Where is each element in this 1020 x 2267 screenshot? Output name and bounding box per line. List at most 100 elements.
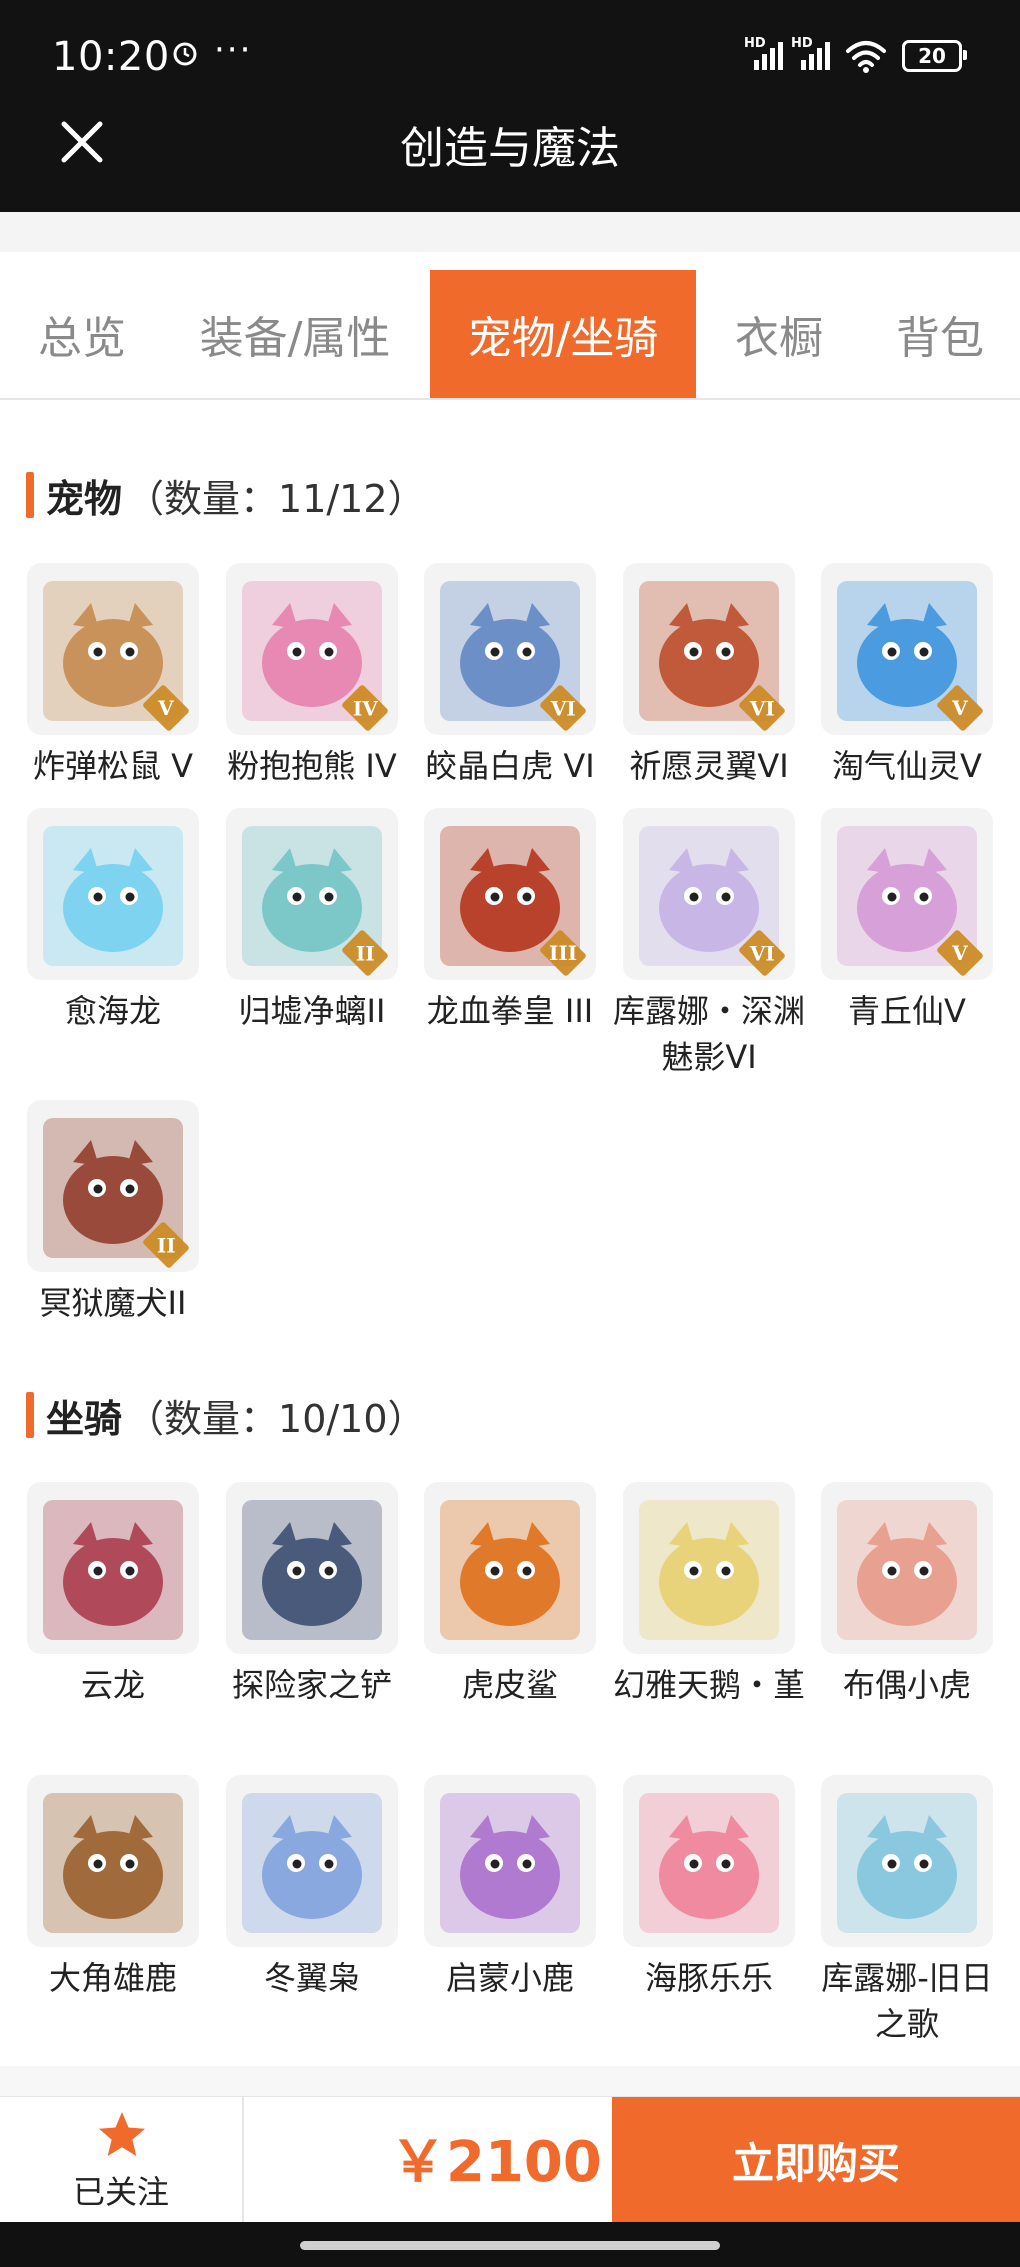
pet-item[interactable]: II 冥狱魔犬II	[13, 1100, 213, 1326]
pet-item[interactable]: III 龙血拳皇 III	[410, 808, 610, 1034]
pet-label: 皎晶白虎 VI	[425, 747, 595, 785]
battery-icon: 20	[902, 40, 967, 72]
tier-badge-text: IV	[352, 696, 378, 720]
pet-item[interactable]: VI 库露娜・深渊魅影VI	[609, 808, 809, 1080]
tab-equipment[interactable]: 装备/属性	[182, 270, 408, 398]
mount-art-icon	[242, 1500, 382, 1640]
mount-thumbnail	[424, 1775, 596, 1947]
home-indicator[interactable]	[300, 2241, 720, 2250]
pet-thumbnail: V	[821, 563, 993, 735]
tab-pets-mounts[interactable]: 宠物/坐骑	[430, 270, 696, 398]
mount-label: 布偶小虎	[842, 1666, 971, 1704]
mount-item[interactable]: 启蒙小鹿	[410, 1775, 610, 2001]
mount-art-icon	[440, 1793, 580, 1933]
pet-item[interactable]: VI 祈愿灵翼VI	[609, 563, 809, 789]
mount-item[interactable]: 冬翼枭	[212, 1775, 412, 2001]
status-time: 10:20	[52, 34, 170, 80]
hd-label: HD	[744, 36, 766, 51]
spacer	[0, 2066, 1020, 2096]
tier-badge-text: V	[952, 696, 968, 720]
signal-icon-2: HD	[791, 36, 830, 70]
pet-thumbnail	[27, 808, 199, 980]
pet-item[interactable]: V 青丘仙V	[807, 808, 1007, 1034]
mount-item[interactable]: 大角雄鹿	[13, 1775, 213, 2001]
mount-label: 幻雅天鹅・堇	[612, 1666, 805, 1704]
pet-thumbnail: VI	[623, 563, 795, 735]
tab-overview[interactable]: 总览	[0, 270, 164, 398]
mount-item[interactable]: 云龙	[13, 1482, 213, 1708]
mount-label: 启蒙小鹿	[445, 1959, 574, 1997]
pet-item[interactable]: VI 皎晶白虎 VI	[410, 563, 610, 789]
pets-title: 宠物	[46, 476, 123, 521]
mount-art-icon	[837, 1793, 977, 1933]
pet-item[interactable]: 愈海龙	[13, 808, 213, 1034]
pet-label: 归墟净螭II	[238, 992, 386, 1030]
mount-thumbnail	[27, 1482, 199, 1654]
mount-thumbnail	[27, 1775, 199, 1947]
pet-thumbnail: II	[226, 808, 398, 980]
tier-badge-text: V	[158, 696, 174, 720]
mount-thumbnail	[821, 1482, 993, 1654]
mount-art-icon	[43, 1500, 183, 1640]
mount-item[interactable]: 库露娜-旧日之歌	[807, 1775, 1007, 2047]
pet-label: 冥狱魔犬II	[39, 1284, 187, 1322]
star-icon	[99, 2112, 145, 2156]
pet-label: 愈海龙	[64, 992, 161, 1030]
mount-item[interactable]: 虎皮鲨	[410, 1482, 610, 1708]
buy-now-button[interactable]: 立即购买	[612, 2097, 1020, 2223]
mount-item[interactable]: 布偶小虎	[807, 1482, 1007, 1708]
tier-badge-text: III	[548, 940, 578, 965]
pet-thumbnail: V	[821, 808, 993, 980]
status-indicators: HD HD 20	[744, 36, 967, 76]
mount-thumbnail	[623, 1482, 795, 1654]
mount-label: 云龙	[80, 1666, 145, 1704]
mounts-count: （数量：10/10）	[126, 1396, 426, 1441]
mount-label: 海豚乐乐	[644, 1959, 773, 1997]
tab-backpack[interactable]: 背包	[870, 270, 1010, 398]
pet-thumbnail: V	[27, 563, 199, 735]
bottom-action-bar: 已关注 ￥2100 立即购买	[0, 2096, 1020, 2223]
mount-item[interactable]: 海豚乐乐	[609, 1775, 809, 2001]
pet-thumbnail: VI	[623, 808, 795, 980]
pet-item[interactable]: IV 粉抱抱熊 IV	[212, 563, 412, 789]
tier-badge-text: II	[156, 1233, 176, 1257]
mount-label: 库露娜-旧日之歌	[821, 1959, 993, 2043]
tab-wardrobe[interactable]: 衣橱	[714, 270, 844, 398]
pet-label: 库露娜・深渊魅影VI	[612, 992, 805, 1076]
mount-art-icon	[242, 1793, 382, 1933]
mount-item[interactable]: 幻雅天鹅・堇	[609, 1482, 809, 1708]
pet-label: 粉抱抱熊 IV	[227, 747, 397, 785]
signal-icon: HD	[744, 36, 783, 70]
mount-thumbnail	[424, 1482, 596, 1654]
price: ￥2100	[390, 2130, 602, 2195]
pet-label: 青丘仙V	[848, 992, 966, 1030]
pet-item[interactable]: II 归墟净螭II	[212, 808, 412, 1034]
mount-thumbnail	[226, 1482, 398, 1654]
pet-thumbnail: IV	[226, 563, 398, 735]
mount-thumbnail	[623, 1775, 795, 1947]
mount-item[interactable]: 探险家之铲	[212, 1482, 412, 1708]
tier-badge-text: VI	[749, 696, 775, 720]
pet-item[interactable]: V 淘气仙灵V	[807, 563, 1007, 789]
mount-art-icon	[639, 1793, 779, 1933]
mount-label: 虎皮鲨	[461, 1666, 558, 1704]
top-bar: 10:20 ··· HD HD 20 创造与魔法	[0, 0, 1020, 212]
pet-thumbnail: VI	[424, 563, 596, 735]
pet-label: 炸弹松鼠 V	[32, 747, 194, 785]
pet-thumbnail: II	[27, 1100, 199, 1272]
page-title: 创造与魔法	[400, 123, 620, 174]
mount-art-icon	[440, 1500, 580, 1640]
tier-badge-text: II	[355, 941, 375, 965]
tier-badge-text: V	[952, 941, 968, 965]
pets-count: （数量：11/12）	[126, 476, 426, 521]
follow-button[interactable]: 已关注	[0, 2097, 244, 2223]
section-marker	[26, 1392, 34, 1438]
mounts-section-title: 坐骑 （数量：10/10）	[26, 1390, 426, 1441]
pets-section-title: 宠物 （数量：11/12）	[26, 470, 426, 521]
pet-label: 祈愿灵翼VI	[629, 747, 789, 785]
hd-label-2: HD	[791, 36, 813, 51]
mount-label: 大角雄鹿	[48, 1959, 177, 1997]
wifi-icon	[846, 41, 886, 73]
tier-badge-text: VI	[749, 941, 775, 965]
pet-item[interactable]: V 炸弹松鼠 V	[13, 563, 213, 789]
